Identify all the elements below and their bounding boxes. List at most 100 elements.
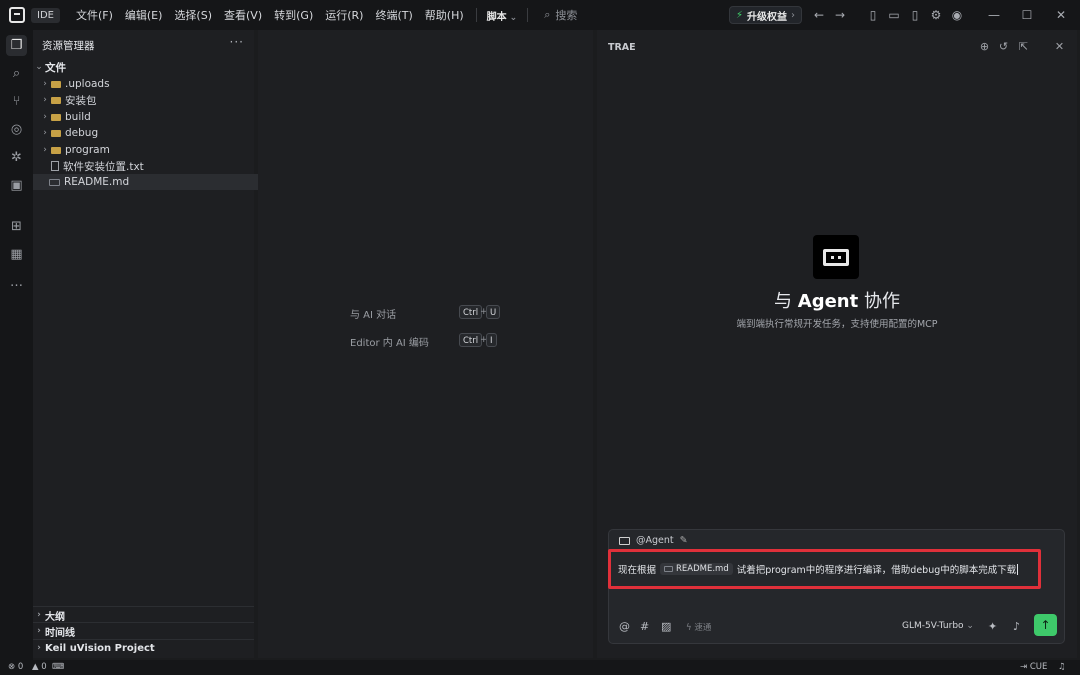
chevron-right-icon: › [43,79,47,89]
section-outline[interactable]: › 大纲 [33,606,254,623]
source-control-icon[interactable]: ⑂ [6,91,27,112]
close-window-icon[interactable]: ✕ [1054,8,1068,22]
errors-indicator[interactable]: ⊗ 0 [8,662,23,672]
markdown-file-icon [49,178,60,186]
section-label: 时间线 [45,627,75,639]
tree-item[interactable]: 软件安装位置.txt [33,158,272,174]
history-icon[interactable]: ↺ [997,40,1010,53]
open-external-icon[interactable]: ⇱ [1017,40,1030,53]
message-input[interactable]: 现在根据 README.md 试着把program中的程序进行编译，借助debu… [618,562,1019,576]
activity-bar: ❐ ⌕ ⑂ ◎ ✲ ▣ ⊞ ▦ … [0,30,33,660]
more-actions-icon[interactable]: ··· [230,35,244,49]
agent-subtitle: 端到端执行常规开发任务，支持使用配置的MCP [736,319,938,330]
kbd-key: I [486,333,497,347]
chevron-right-icon: › [43,95,47,105]
model-selector[interactable]: GLM-5V-Turbo ⌄ [902,621,974,631]
toggle-aux-bar-icon[interactable]: ▯ [908,8,922,22]
image-icon[interactable]: ▨ [661,620,671,633]
chevron-right-icon: › [37,610,41,620]
agent-selector[interactable]: @Agent ✎ [619,535,688,546]
tree-item-selected[interactable]: README.md [33,174,270,190]
menu-bar: 文件(F) 编辑(E) 选择(S) 查看(V) 转到(G) 运行(R) 终端(T… [70,7,470,23]
message-prefix: 现在根据 [618,565,657,576]
search-files-icon[interactable]: ⌕ [6,63,27,84]
toggle-sidebar-icon[interactable]: ▯ [866,8,880,22]
menu-edit[interactable]: 编辑(E) [119,7,169,23]
tree-item[interactable]: › debug [33,125,260,141]
sparkle-icon[interactable]: ✦ [988,620,997,633]
menu-terminal[interactable]: 终端(T) [369,7,418,23]
tree-item-label: build [65,111,91,123]
chip-icon[interactable]: ▦ [6,244,27,265]
hash-icon[interactable]: # [640,620,649,633]
extensions-icon[interactable]: ⊞ [6,216,27,237]
upgrade-button[interactable]: ⚡ 升级权益 › [729,6,803,24]
message-suffix: 试着把program中的程序进行编译，借助debug中的脚本完成下载 [736,565,1017,576]
search-placeholder: 搜索 [555,9,578,22]
settings-gear-icon[interactable]: ⚙ [929,8,943,22]
panel-title: TRAE [608,42,636,53]
remote-monitor-icon[interactable]: ▣ [6,175,27,196]
eye-icon[interactable]: ◎ [6,119,27,140]
trae-logo-icon [9,7,25,23]
mode-label: 速通 [694,623,712,633]
menu-select[interactable]: 选择(S) [168,7,218,23]
search-box[interactable]: ⌕ 搜索 [544,7,577,23]
warnings-indicator[interactable]: ▲ 0 [32,662,47,672]
ide-mode-badge[interactable]: IDE [31,7,60,23]
new-chat-icon[interactable]: ⊕ [978,40,991,53]
tree-item[interactable]: › program [33,142,260,158]
folder-icon [51,96,61,104]
menu-help[interactable]: 帮助(H) [419,7,470,23]
tree-item[interactable]: › build [33,109,260,125]
close-panel-icon[interactable]: ✕ [1053,40,1066,53]
chevron-down-icon: ⌄ [509,12,518,23]
menu-view[interactable]: 查看(V) [218,7,268,23]
heading-agent: Agent [797,291,859,312]
text-file-icon [51,161,59,171]
arrow-up-icon: ↑ [1040,618,1051,632]
account-icon[interactable]: ◉ [950,8,964,22]
debug-bug-icon[interactable]: ✲ [6,147,27,168]
kbd-key: Ctrl [459,333,483,347]
section-keil-project[interactable]: › Keil uVision Project [33,639,254,656]
tree-root[interactable]: ⌄ 文件 [33,59,254,75]
folder-icon [51,129,61,137]
send-button[interactable]: ↑ [1034,614,1057,636]
tree-item-label: 软件安装位置.txt [63,160,144,173]
markdown-file-icon [664,566,674,572]
hint-chat-label: 与 AI 对话 [350,310,397,321]
microphone-icon[interactable]: ♪ [1013,620,1020,633]
more-icon[interactable]: … [6,272,27,293]
cue-indicator[interactable]: ⇥ CUE [1020,662,1047,672]
menu-run[interactable]: 运行(R) [319,7,369,23]
tree-item[interactable]: › 安装包 [33,92,260,108]
tree-item-label: .uploads [65,78,110,90]
forward-arrow-icon[interactable]: → [833,8,847,22]
explorer-icon[interactable]: ❐ [6,35,27,56]
keyboard-icon[interactable]: ⌨ [52,662,64,672]
cue-icon: ⇥ [1020,662,1028,672]
kbd-key: Ctrl [459,305,483,319]
maximize-icon[interactable]: ☐ [1020,8,1034,22]
script-dropdown[interactable]: 脚本 ⌄ [483,8,522,23]
menu-goto[interactable]: 转到(G) [268,7,319,23]
mention-icon[interactable]: @ [619,620,630,633]
file-reference-chip[interactable]: README.md [660,563,733,575]
minimize-icon[interactable]: — [987,8,1001,22]
error-count: 0 [17,662,24,672]
section-label: 大纲 [45,611,65,623]
tree-item[interactable]: › .uploads [33,76,260,92]
section-label: Keil uVision Project [45,642,155,654]
back-arrow-icon[interactable]: ← [812,8,826,22]
notification-bell-icon[interactable]: ♫ [1058,662,1066,672]
mode-toggle[interactable]: ϟ 速通 [686,621,711,633]
script-label: 脚本 [486,11,507,23]
toggle-panel-icon[interactable]: ▭ [887,8,901,22]
divider [527,8,529,22]
explorer-panel: 资源管理器 ··· ⌄ 文件 › .uploads › 安装包 › build › de… [33,30,270,658]
cue-label: CUE [1029,662,1048,672]
tree-item-label: README.md [64,176,130,188]
menu-file[interactable]: 文件(F) [70,7,119,23]
section-timeline[interactable]: › 时间线 [33,622,254,639]
